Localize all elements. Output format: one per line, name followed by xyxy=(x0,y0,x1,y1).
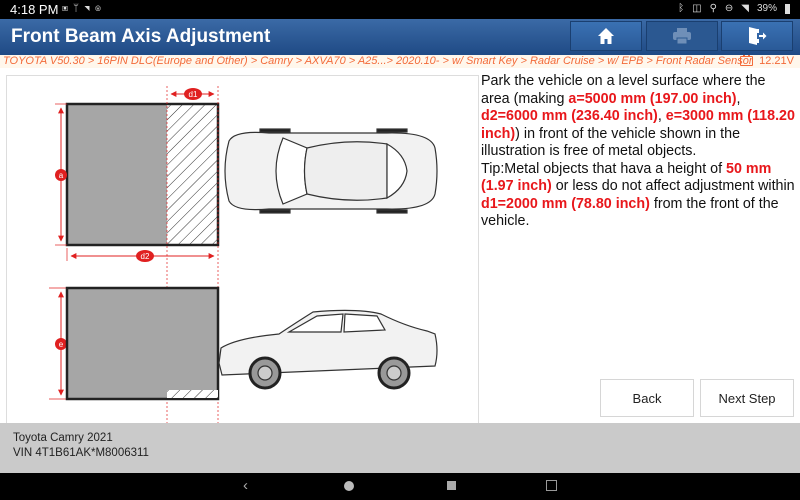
label-d2: d2 xyxy=(141,252,150,261)
dnd-icon: ⊖ xyxy=(724,3,734,14)
system-nav-bar: ‹ xyxy=(0,473,800,500)
value-a: a=5000 mm (197.00 inch) xyxy=(568,90,737,107)
app-header: Front Beam Axis Adjustment xyxy=(0,19,800,55)
image-icon: ▣ xyxy=(62,3,73,14)
clear-area xyxy=(67,104,167,245)
usb-icon: ᛘ xyxy=(73,3,84,14)
label-a: a xyxy=(59,171,64,180)
value-d2: d2=6000 mm (236.40 inch) xyxy=(481,108,658,124)
page-title: Front Beam Axis Adjustment xyxy=(11,26,271,47)
home-icon xyxy=(598,28,614,44)
d1-zone xyxy=(167,104,218,245)
wifi-icon: ◥ xyxy=(741,3,749,14)
recents-icon[interactable] xyxy=(447,481,456,490)
wifi-off-icon: ◥ xyxy=(84,3,95,14)
car-side-view xyxy=(218,309,438,390)
back-button[interactable]: Back xyxy=(600,379,694,417)
home-button[interactable] xyxy=(570,21,642,51)
parking-area-diagram: d1 a d2 e xyxy=(49,86,438,426)
instruction-paragraph: Park the vehicle on a level surface wher… xyxy=(481,73,795,159)
car-battery-icon xyxy=(740,55,754,66)
print-button[interactable] xyxy=(646,21,718,51)
side-view-area xyxy=(65,286,220,401)
breadcrumb-path: TOYOTA V50.30 > 16PIN DLC(Europe and Oth… xyxy=(3,55,753,67)
exit-icon xyxy=(749,27,767,45)
next-step-button[interactable]: Next Step xyxy=(700,379,794,417)
diagram-panel: d1 a d2 e xyxy=(6,75,479,426)
location-icon: ⚲ xyxy=(709,3,717,14)
value-d1: d1=2000 mm (78.80 inch) xyxy=(481,195,650,212)
label-d1: d1 xyxy=(189,90,198,99)
voltage-value: 12.21V xyxy=(759,55,794,67)
notification-icons: ▣ᛘ◥⊛ xyxy=(62,3,106,14)
screenshot-icon[interactable] xyxy=(546,480,557,491)
voltage-indicator: 12.21V xyxy=(740,55,794,67)
vin-number: VIN 4T1B61AK*M8006311 xyxy=(13,447,149,459)
settings-icon: ⊛ xyxy=(95,3,106,14)
label-e: e xyxy=(59,340,64,349)
status-time: 4:18 PM xyxy=(10,2,59,17)
status-bar: 4:18 PM ▣ᛘ◥⊛ ᛒ ◫ ⚲ ⊖ ◥ 39% xyxy=(0,0,800,19)
back-icon[interactable]: ‹ xyxy=(243,477,248,494)
breadcrumb: TOYOTA V50.30 > 16PIN DLC(Europe and Oth… xyxy=(0,55,800,68)
status-right: ᛒ ◫ ⚲ ⊖ ◥ 39% xyxy=(678,3,790,14)
tip-paragraph: Tip:Metal objects that hava a height of … xyxy=(481,160,795,230)
vehicle-name: Toyota Camry 2021 xyxy=(13,432,113,444)
battery-icon xyxy=(785,3,790,14)
exit-button[interactable] xyxy=(721,21,793,51)
battery-percent: 39% xyxy=(756,3,777,14)
home-nav-icon[interactable] xyxy=(344,481,354,491)
car-top-view xyxy=(224,128,438,214)
top-view-area xyxy=(65,102,220,247)
vibrate-icon: ◫ xyxy=(692,3,702,14)
instruction-text: Park the vehicle on a level surface wher… xyxy=(481,73,797,231)
bluetooth-icon: ᛒ xyxy=(678,3,685,14)
printer-icon xyxy=(673,28,691,45)
vehicle-info-footer: Toyota Camry 2021 VIN 4T1B61AK*M8006311 xyxy=(0,423,800,473)
